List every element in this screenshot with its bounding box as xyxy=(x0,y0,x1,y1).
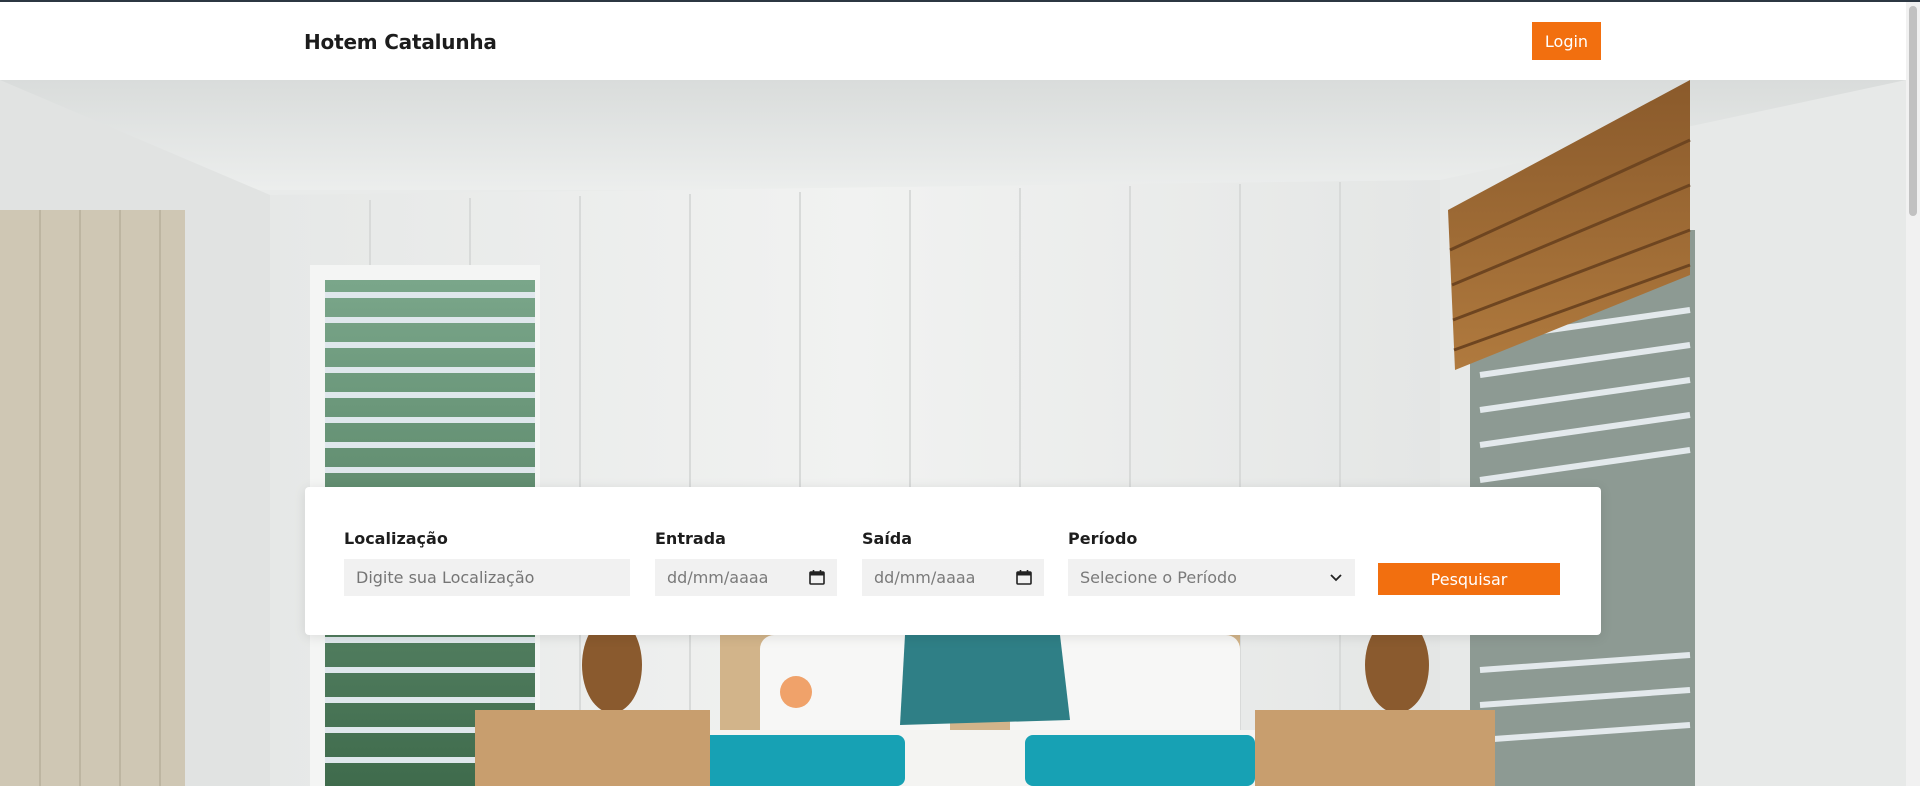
checkout-date-input[interactable]: dd/mm/aaaa xyxy=(862,559,1044,596)
calendar-icon[interactable] xyxy=(1016,569,1032,585)
checkout-date-value: dd/mm/aaaa xyxy=(874,568,976,587)
page-scrollbar[interactable] xyxy=(1906,2,1920,786)
search-form: Localização Entrada dd/mm/aaaa Saída dd/… xyxy=(305,487,1601,635)
checkin-date-value: dd/mm/aaaa xyxy=(667,568,769,587)
location-input[interactable] xyxy=(344,559,630,596)
checkout-label: Saída xyxy=(862,529,913,548)
calendar-icon[interactable] xyxy=(809,569,825,585)
navbar: Hotem Catalunha Login xyxy=(0,2,1906,80)
bedroom-photo xyxy=(0,80,1906,786)
period-select[interactable]: Selecione o Período xyxy=(1068,559,1355,596)
chevron-down-icon xyxy=(1330,574,1342,582)
location-label: Localização xyxy=(344,529,448,548)
period-label: Período xyxy=(1068,529,1138,548)
search-button[interactable]: Pesquisar xyxy=(1378,563,1560,595)
period-selected-value: Selecione o Período xyxy=(1080,568,1237,587)
checkin-date-input[interactable]: dd/mm/aaaa xyxy=(655,559,837,596)
checkin-label: Entrada xyxy=(655,529,726,548)
brand-logo[interactable]: Hotem Catalunha xyxy=(304,30,497,54)
scrollbar-thumb[interactable] xyxy=(1909,6,1917,216)
hero-image xyxy=(0,80,1906,786)
login-button[interactable]: Login xyxy=(1532,22,1601,60)
